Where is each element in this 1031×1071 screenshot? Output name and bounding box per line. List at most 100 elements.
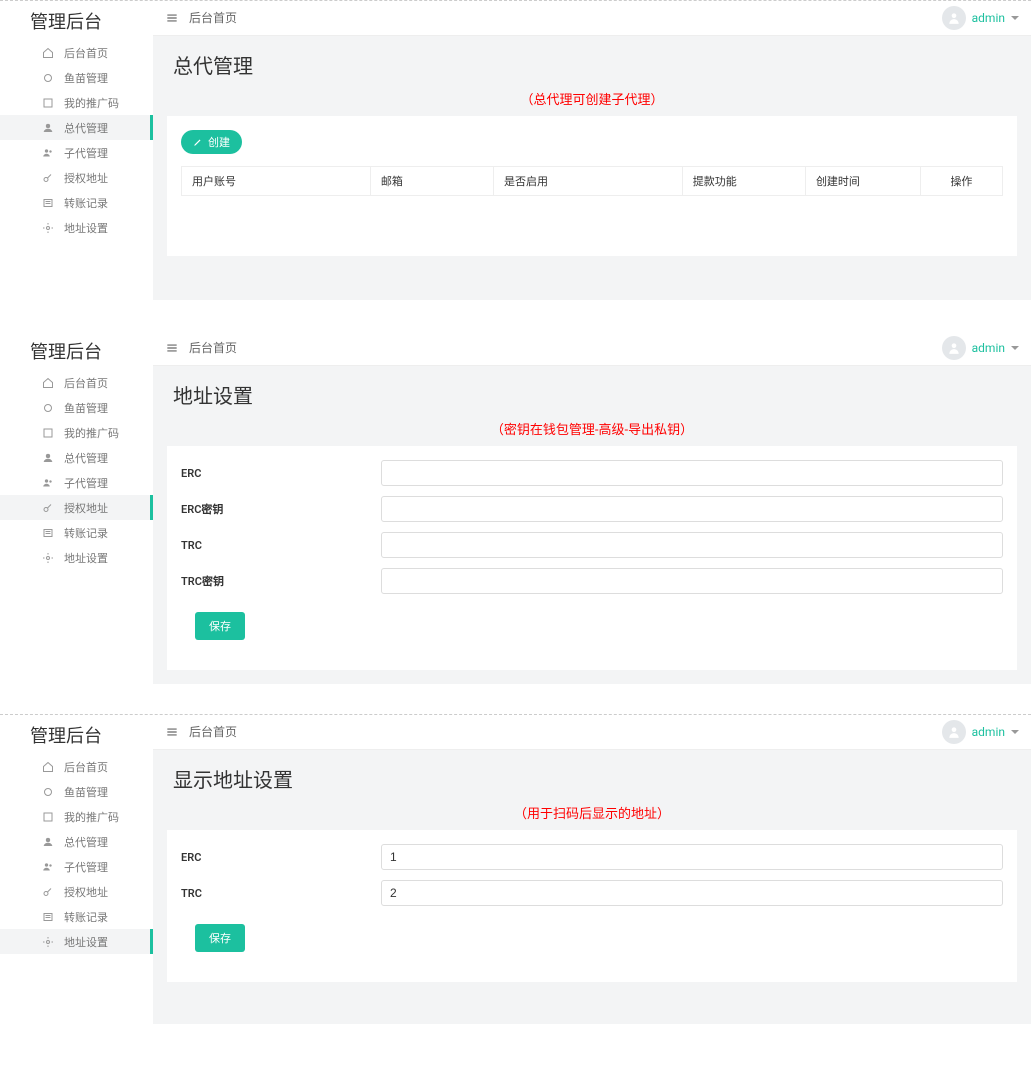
brand-title: 管理后台 [0,714,153,754]
sidebar-item-label: 总代管理 [64,450,108,466]
sidebar-item-agent[interactable]: 总代管理 [0,445,153,470]
form-row-trc: TRC [181,880,1003,906]
label-erc: ERC [181,467,381,480]
menu-toggle-icon[interactable] [165,341,179,355]
sidebar-item-label: 授权地址 [64,884,108,900]
avatar [942,336,966,360]
home-icon [40,761,56,773]
breadcrumb[interactable]: 后台首页 [189,9,237,26]
main-area: 后台首页 admin 总代管理 （总代理可创建子代理） 创建 用户账号 邮箱 是… [153,0,1031,300]
sidebar-item-label: 转账记录 [64,909,108,925]
label-erc-key: ERC密钥 [181,501,381,517]
user-icon [40,452,56,464]
menu-toggle-icon[interactable] [165,11,179,25]
sidebar-item-subagent[interactable]: 子代管理 [0,140,153,165]
sidebar-item-label: 授权地址 [64,170,108,186]
sidebar-item-label: 我的推广码 [64,425,119,441]
sidebar-item-label: 地址设置 [64,220,108,236]
key-icon [40,502,56,514]
save-button[interactable]: 保存 [195,612,245,640]
sidebar-item-transfer[interactable]: 转账记录 [0,904,153,929]
input-erc-key[interactable] [381,496,1003,522]
sidebar: 管理后台 后台首页 鱼苗管理 我的推广码 总代管理 子代管理 授权地址 转账记录… [0,0,153,300]
username: admin [972,725,1005,739]
label-trc: TRC [181,887,381,900]
sidebar-item-label: 转账记录 [64,525,108,541]
sidebar-item-agent[interactable]: 总代管理 [0,829,153,854]
sidebar-item-promo[interactable]: 我的推广码 [0,420,153,445]
sidebar-item-addr-set[interactable]: 地址设置 [0,215,153,240]
panel-display-address-settings: 管理后台 后台首页 鱼苗管理 我的推广码 总代管理 子代管理 授权地址 转账记录… [0,714,1031,1024]
sidebar-item-home[interactable]: 后台首页 [0,754,153,779]
location-icon [40,552,56,564]
input-erc[interactable] [381,844,1003,870]
divider [0,0,1031,1]
avatar [942,6,966,30]
menu-toggle-icon[interactable] [165,725,179,739]
sidebar-item-label: 总代管理 [64,120,108,136]
annotation-text: （总代理可创建子代理） [153,85,1031,116]
page-title: 总代管理 [153,36,1031,85]
sidebar-item-label: 子代管理 [64,145,108,161]
breadcrumb[interactable]: 后台首页 [189,339,237,356]
sidebar-item-auth-addr[interactable]: 授权地址 [0,879,153,904]
sidebar-item-fish[interactable]: 鱼苗管理 [0,65,153,90]
sidebar-item-fish[interactable]: 鱼苗管理 [0,779,153,804]
main-area: 后台首页 admin 地址设置 （密钥在钱包管理-高级-导出私钥） ERC ER… [153,330,1031,684]
sidebar-item-transfer[interactable]: 转账记录 [0,190,153,215]
sidebar-item-auth-addr[interactable]: 授权地址 [0,495,153,520]
home-icon [40,47,56,59]
form-row-erc: ERC [181,460,1003,486]
sidebar-item-subagent[interactable]: 子代管理 [0,854,153,879]
list-icon [40,197,56,209]
sidebar-item-label: 后台首页 [64,375,108,391]
sidebar-item-fish[interactable]: 鱼苗管理 [0,395,153,420]
label-erc: ERC [181,851,381,864]
top-bar: 后台首页 admin [153,330,1031,366]
user-menu[interactable]: admin [942,6,1019,30]
fish-icon [40,72,56,84]
top-bar: 后台首页 admin [153,0,1031,36]
user-menu[interactable]: admin [942,336,1019,360]
fish-icon [40,402,56,414]
sidebar: 管理后台 后台首页 鱼苗管理 我的推广码 总代管理 子代管理 授权地址 转账记录… [0,714,153,1024]
key-icon [40,886,56,898]
input-trc[interactable] [381,532,1003,558]
save-button[interactable]: 保存 [195,924,245,952]
breadcrumb[interactable]: 后台首页 [189,723,237,740]
sidebar-item-promo[interactable]: 我的推广码 [0,90,153,115]
sidebar-item-addr-set[interactable]: 地址设置 [0,545,153,570]
sidebar-item-transfer[interactable]: 转账记录 [0,520,153,545]
sidebar-item-label: 后台首页 [64,45,108,61]
label-trc-key: TRC密钥 [181,573,381,589]
annotation-text: （用于扫码后显示的地址） [153,799,1031,830]
user-menu[interactable]: admin [942,720,1019,744]
input-trc[interactable] [381,880,1003,906]
top-bar: 后台首页 admin [153,714,1031,750]
input-trc-key[interactable] [381,568,1003,594]
sidebar-item-home[interactable]: 后台首页 [0,370,153,395]
brand-title: 管理后台 [0,330,153,370]
chevron-down-icon [1011,730,1019,734]
input-erc[interactable] [381,460,1003,486]
sidebar-item-addr-set[interactable]: 地址设置 [0,929,153,954]
sidebar-item-subagent[interactable]: 子代管理 [0,470,153,495]
sidebar-item-agent[interactable]: 总代管理 [0,115,153,140]
sidebar-item-label: 我的推广码 [64,95,119,111]
panel-agent-management: 管理后台 后台首页 鱼苗管理 我的推广码 总代管理 子代管理 授权地址 转账记录… [0,0,1031,300]
page-title: 显示地址设置 [153,750,1031,799]
chevron-down-icon [1011,16,1019,20]
sidebar-item-promo[interactable]: 我的推广码 [0,804,153,829]
chevron-down-icon [1011,346,1019,350]
col-ops: 操作 [920,167,1002,196]
agent-table: 用户账号 邮箱 是否启用 提款功能 创建时间 操作 [181,166,1003,196]
location-icon [40,222,56,234]
create-button[interactable]: 创建 [181,130,242,154]
sidebar-item-auth-addr[interactable]: 授权地址 [0,165,153,190]
user-icon [40,836,56,848]
form-row-erc-key: ERC密钥 [181,496,1003,522]
sidebar-item-label: 鱼苗管理 [64,784,108,800]
home-icon [40,377,56,389]
annotation-text: （密钥在钱包管理-高级-导出私钥） [153,415,1031,446]
sidebar-item-home[interactable]: 后台首页 [0,40,153,65]
